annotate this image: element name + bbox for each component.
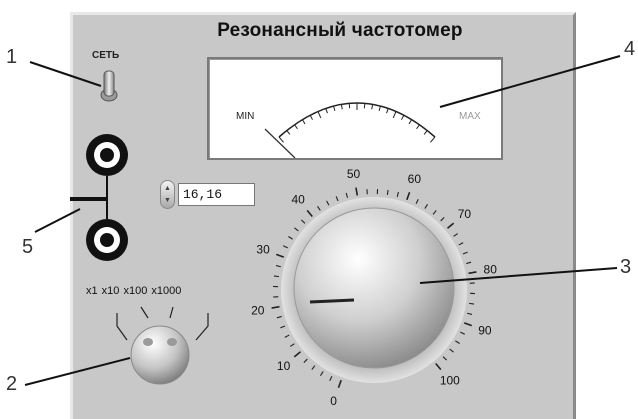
dial-tick: [335, 196, 339, 202]
dial-tick: [432, 210, 437, 215]
dial-tick: [311, 365, 316, 370]
dial-tick: [275, 265, 281, 268]
dial-tick: [424, 204, 428, 209]
panel-graphics: 0 10 20 30 40 50 60 70 80 90 100: [24, 55, 621, 408]
main-dial-pointer: [309, 298, 355, 304]
dial-tick: [320, 371, 324, 376]
dial-tick: [396, 191, 399, 197]
dial-scale-label: 80: [484, 263, 498, 277]
dial-scale-label: 0: [330, 394, 337, 408]
callout-3: 3: [620, 256, 632, 278]
dial-tick: [329, 376, 333, 382]
dial-scale-label: 20: [251, 303, 265, 317]
dial-tick: [317, 205, 321, 211]
dial-scale-label: 60: [408, 172, 422, 186]
range-bracket: [116, 313, 128, 341]
dial-scale-label: 30: [256, 243, 270, 257]
range-knob[interactable]: [130, 325, 190, 385]
app-window: Резонансный частотомер СЕТЬ MIN MAX ▲ ▼ …: [0, 0, 638, 419]
callout-1-leader: [29, 61, 102, 87]
dial-tick: [462, 251, 468, 255]
dial-tick: [458, 242, 464, 246]
dial-scale-label: 10: [277, 359, 291, 373]
dial-tick: [449, 348, 454, 353]
main-dial[interactable]: 0 10 20 30 40 50 60 70 80 90 100: [251, 167, 497, 408]
range-bracket: [140, 306, 149, 319]
dial-tick: [271, 305, 280, 309]
dial-scale-label: 40: [291, 193, 305, 207]
callout-1: 1: [6, 46, 18, 68]
dial-tick: [455, 340, 460, 344]
range-selector[interactable]: [116, 306, 209, 385]
terminal-bottom[interactable]: [86, 219, 128, 261]
callout-5: 5: [22, 236, 34, 258]
dial-scale-label: 90: [478, 323, 492, 337]
dial-tick: [435, 363, 442, 371]
dial-tick: [294, 227, 299, 232]
dial-tick: [468, 302, 475, 305]
dial-scale-label: 70: [458, 207, 472, 221]
dial-tick: [463, 322, 473, 327]
dial-tick: [306, 209, 313, 217]
dial-tick: [300, 219, 306, 224]
callout-5-leader: [34, 208, 81, 233]
dial-tick: [288, 236, 293, 240]
range-bracket: [195, 313, 209, 341]
dial-tick: [273, 275, 280, 278]
dial-tick: [345, 192, 349, 198]
callout-2: 2: [6, 373, 18, 395]
dial-tick: [284, 334, 290, 338]
power-switch[interactable]: [100, 70, 118, 102]
terminal-top[interactable]: [86, 134, 128, 176]
dial-tick: [275, 253, 285, 258]
dial-tick: [337, 379, 342, 389]
dial-tick: [303, 358, 308, 364]
dial-scale-label: 50: [347, 167, 361, 181]
dial-tick: [386, 189, 389, 196]
dial-tick: [289, 343, 295, 347]
dial-tick: [466, 261, 472, 265]
callout-4: 4: [624, 38, 636, 60]
dial-tick: [355, 187, 359, 196]
main-dial-knob[interactable]: [293, 207, 455, 369]
dial-tick: [415, 198, 419, 204]
dial-tick: [442, 356, 448, 361]
dial-tick: [406, 191, 411, 201]
dial-tick: [282, 245, 288, 249]
callout-2-leader: [24, 357, 131, 386]
dial-tick: [276, 315, 282, 319]
range-bracket: [169, 306, 174, 319]
callout-4-leader: [439, 55, 621, 108]
dial-tick: [447, 222, 455, 229]
dial-tick: [453, 233, 459, 237]
dial-tick: [293, 351, 301, 358]
dial-tick: [467, 312, 473, 315]
dial-tick: [468, 271, 477, 275]
dial-tick: [326, 200, 330, 206]
dial-scale-label: 100: [440, 373, 460, 387]
dial-tick: [460, 331, 466, 335]
dial-tick: [440, 216, 445, 222]
dial-tick: [280, 325, 286, 329]
